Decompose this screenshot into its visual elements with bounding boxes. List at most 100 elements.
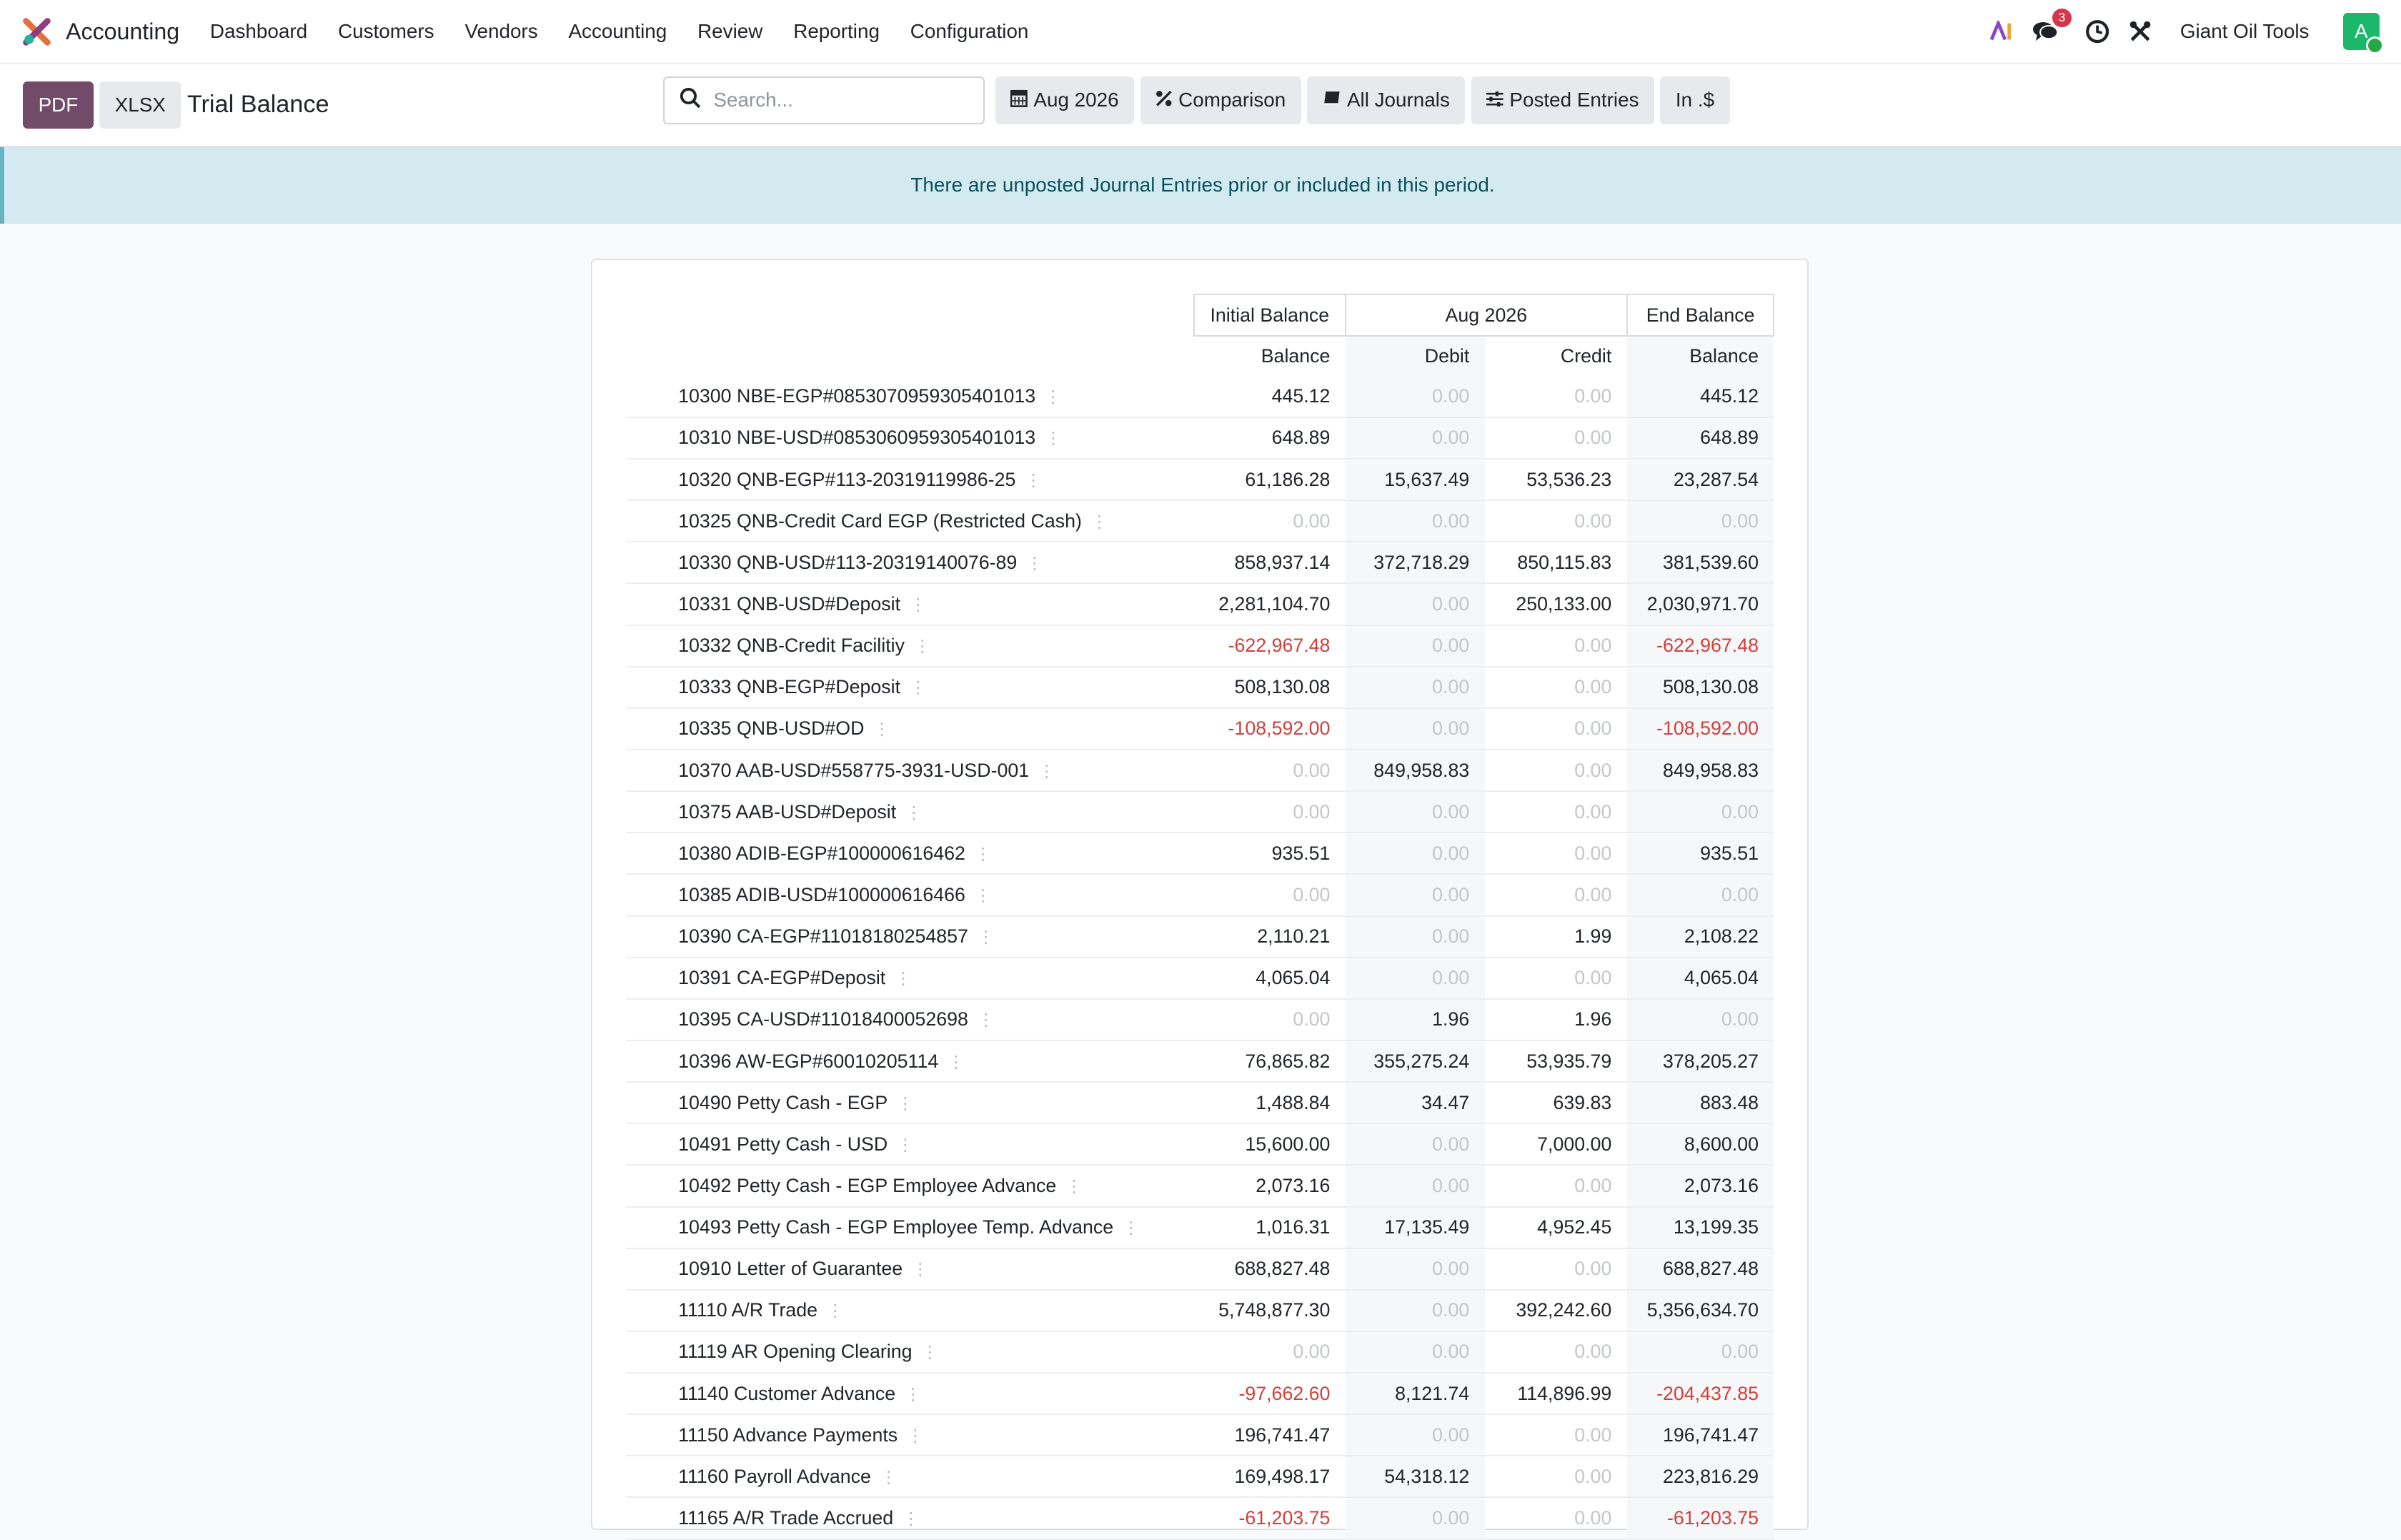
credit-amount-cell[interactable]: 250,133.00 [1484, 583, 1627, 626]
end-amount-cell[interactable]: 381,539.60 [1626, 542, 1774, 585]
row-options-icon[interactable]: ⋮ [827, 1301, 844, 1320]
account-row[interactable]: 10391 CA-EGP#Deposit ⋮ 4,065.04 0.00 0.00 4,0… [626, 957, 1774, 1000]
row-options-icon[interactable]: ⋮ [1025, 471, 1042, 490]
account-row[interactable]: 10333 QNB-EGP#Deposit ⋮ 508,130.08 0.00 0.00… [626, 666, 1774, 709]
debit-amount-cell[interactable]: 355,275.24 [1345, 1040, 1485, 1083]
account-cell[interactable]: 10333 QNB-EGP#Deposit ⋮ [626, 666, 1194, 709]
account-cell[interactable]: 11119 AR Opening Clearing ⋮ [626, 1331, 1194, 1374]
end-amount-cell[interactable]: 23,287.54 [1626, 458, 1774, 502]
end-amount-cell[interactable]: 0.00 [1626, 874, 1774, 917]
search-bar[interactable] [662, 76, 985, 124]
account-row[interactable]: 10320 QNB-EGP#113-20319119986-25 ⋮ 61,186.… [626, 458, 1774, 502]
row-options-icon[interactable]: ⋮ [905, 803, 923, 822]
initial-amount-cell[interactable]: 15,600.00 [1193, 1123, 1346, 1166]
credit-amount-cell[interactable]: 114,896.99 [1484, 1373, 1627, 1416]
row-options-icon[interactable]: ⋮ [1045, 387, 1062, 406]
initial-amount-cell[interactable]: -622,967.48 [1193, 625, 1346, 667]
debit-amount-cell[interactable]: 0.00 [1345, 915, 1485, 958]
account-row[interactable]: 10375 AAB-USD#Deposit ⋮ 0.00 0.00 0.00 0.00 [626, 791, 1774, 834]
debit-amount-cell[interactable]: 849,958.83 [1345, 749, 1485, 793]
row-options-icon[interactable]: ⋮ [975, 886, 992, 905]
account-row[interactable]: 10493 Petty Cash - EGP Employee Temp. Ad… [626, 1206, 1774, 1249]
account-cell[interactable]: 10332 QNB-Credit Facilitiy ⋮ [626, 625, 1194, 667]
end-amount-cell[interactable]: 935.51 [1626, 833, 1774, 875]
row-options-icon[interactable]: ⋮ [948, 1053, 965, 1071]
row-options-icon[interactable]: ⋮ [897, 1136, 914, 1154]
credit-amount-cell[interactable]: 0.00 [1484, 1497, 1627, 1540]
account-name[interactable]: 10490 Petty Cash - EGP [678, 1092, 888, 1113]
initial-amount-cell[interactable]: 445.12 [1193, 376, 1346, 418]
credit-amount-cell[interactable]: 0.00 [1484, 1456, 1627, 1499]
menu-accounting[interactable]: Accounting [553, 20, 682, 43]
debit-amount-cell[interactable]: 0.00 [1345, 1123, 1485, 1166]
initial-amount-cell[interactable]: 169,498.17 [1193, 1456, 1346, 1499]
end-amount-cell[interactable]: 13,199.35 [1626, 1206, 1774, 1249]
account-cell[interactable]: 10491 Petty Cash - USD ⋮ [626, 1123, 1194, 1166]
row-options-icon[interactable]: ⋮ [1065, 1177, 1083, 1196]
initial-amount-cell[interactable]: 4,065.04 [1193, 957, 1346, 1000]
initial-amount-cell[interactable]: 196,741.47 [1193, 1414, 1346, 1457]
end-amount-cell[interactable]: -108,592.00 [1626, 707, 1774, 750]
initial-amount-cell[interactable]: 2,110.21 [1193, 915, 1346, 958]
debit-amount-cell[interactable]: 17,135.49 [1345, 1206, 1485, 1249]
row-options-icon[interactable]: ⋮ [880, 1468, 898, 1486]
row-options-icon[interactable]: ⋮ [907, 1426, 924, 1445]
initial-amount-cell[interactable]: 648.89 [1193, 417, 1346, 459]
account-cell[interactable]: 11110 A/R Trade ⋮ [626, 1289, 1194, 1332]
initial-amount-cell[interactable]: 2,073.16 [1193, 1165, 1346, 1208]
debit-amount-cell[interactable]: 8,121.74 [1345, 1373, 1485, 1416]
account-name[interactable]: 10391 CA-EGP#Deposit [678, 967, 885, 988]
account-cell[interactable]: 10320 QNB-EGP#113-20319119986-25 ⋮ [626, 458, 1194, 502]
initial-amount-cell[interactable]: 5,748,877.30 [1193, 1289, 1346, 1332]
row-options-icon[interactable]: ⋮ [975, 845, 992, 863]
end-amount-cell[interactable]: 445.12 [1626, 376, 1774, 418]
account-cell[interactable]: 10310 NBE-USD#0853060959305401013 ⋮ [626, 417, 1194, 459]
account-name[interactable]: 10396 AW-EGP#60010205114 [678, 1050, 938, 1072]
account-row[interactable]: 10310 NBE-USD#0853060959305401013 ⋮ 648.89… [626, 417, 1774, 459]
end-amount-cell[interactable]: 0.00 [1626, 998, 1774, 1041]
initial-amount-cell[interactable]: 61,186.28 [1193, 458, 1346, 502]
account-name[interactable]: 10491 Petty Cash - USD [678, 1133, 888, 1155]
row-options-icon[interactable]: ⋮ [905, 1385, 922, 1404]
accounting-app-icon[interactable] [21, 16, 52, 47]
account-name[interactable]: 10330 QNB-USD#113-20319140076-89 [678, 552, 1017, 573]
end-amount-cell[interactable]: 883.48 [1626, 1082, 1774, 1125]
account-row[interactable]: 11119 AR Opening Clearing ⋮ 0.00 0.00 0.00 0.… [626, 1331, 1774, 1374]
initial-amount-cell[interactable]: 2,281,104.70 [1193, 583, 1346, 626]
row-options-icon[interactable]: ⋮ [1045, 429, 1062, 447]
account-cell[interactable]: 10300 NBE-EGP#0853070959305401013 ⋮ [626, 376, 1194, 418]
account-row[interactable]: 11110 A/R Trade ⋮ 5,748,877.30 0.00 392,242.… [626, 1289, 1774, 1332]
entries-filter-button[interactable]: Posted Entries [1471, 76, 1654, 124]
search-input[interactable] [710, 87, 977, 114]
debit-amount-cell[interactable]: 0.00 [1345, 1165, 1485, 1208]
menu-review[interactable]: Review [682, 20, 778, 43]
account-row[interactable]: 11165 A/R Trade Accrued ⋮ -61,203.75 0.00 0.… [626, 1497, 1774, 1540]
account-cell[interactable]: 10395 CA-USD#11018400052698 ⋮ [626, 998, 1194, 1041]
end-amount-cell[interactable]: 378,205.27 [1626, 1040, 1774, 1083]
end-amount-cell[interactable]: 4,065.04 [1626, 957, 1774, 1000]
account-name[interactable]: 10310 NBE-USD#0853060959305401013 [678, 427, 1035, 448]
debit-amount-cell[interactable]: 0.00 [1345, 376, 1485, 418]
credit-amount-cell[interactable]: 4,952.45 [1484, 1206, 1627, 1249]
row-options-icon[interactable]: ⋮ [1038, 762, 1055, 780]
debit-amount-cell[interactable]: 0.00 [1345, 583, 1485, 626]
initial-amount-cell[interactable]: 688,827.48 [1193, 1248, 1346, 1291]
account-row[interactable]: 10910 Letter of Guarantee ⋮ 688,827.48 0.00… [626, 1248, 1774, 1291]
account-cell[interactable]: 10390 CA-EGP#11018180254857 ⋮ [626, 915, 1194, 958]
credit-amount-cell[interactable]: 0.00 [1484, 749, 1627, 793]
row-options-icon[interactable]: ⋮ [978, 928, 995, 946]
debit-amount-cell[interactable]: 372,718.29 [1345, 542, 1485, 585]
comparison-filter-button[interactable]: Comparison [1140, 76, 1301, 124]
debit-amount-cell[interactable]: 0.00 [1345, 707, 1485, 750]
account-name[interactable]: 10395 CA-USD#11018400052698 [678, 1008, 968, 1030]
row-options-icon[interactable]: ⋮ [903, 1509, 920, 1528]
initial-amount-cell[interactable]: 1,016.31 [1193, 1206, 1346, 1249]
debit-amount-cell[interactable]: 15,637.49 [1345, 458, 1485, 502]
debit-amount-cell[interactable]: 0.00 [1345, 1248, 1485, 1291]
end-amount-cell[interactable]: -61,203.75 [1626, 1497, 1774, 1540]
debit-amount-cell[interactable]: 0.00 [1345, 1289, 1485, 1332]
account-name[interactable]: 10331 QNB-USD#Deposit [678, 593, 900, 615]
credit-amount-cell[interactable]: 0.00 [1484, 833, 1627, 875]
account-cell[interactable]: 10325 QNB-Credit Card EGP (Restricted Ca… [626, 500, 1194, 543]
date-filter-button[interactable]: Aug 2026 [995, 76, 1135, 124]
